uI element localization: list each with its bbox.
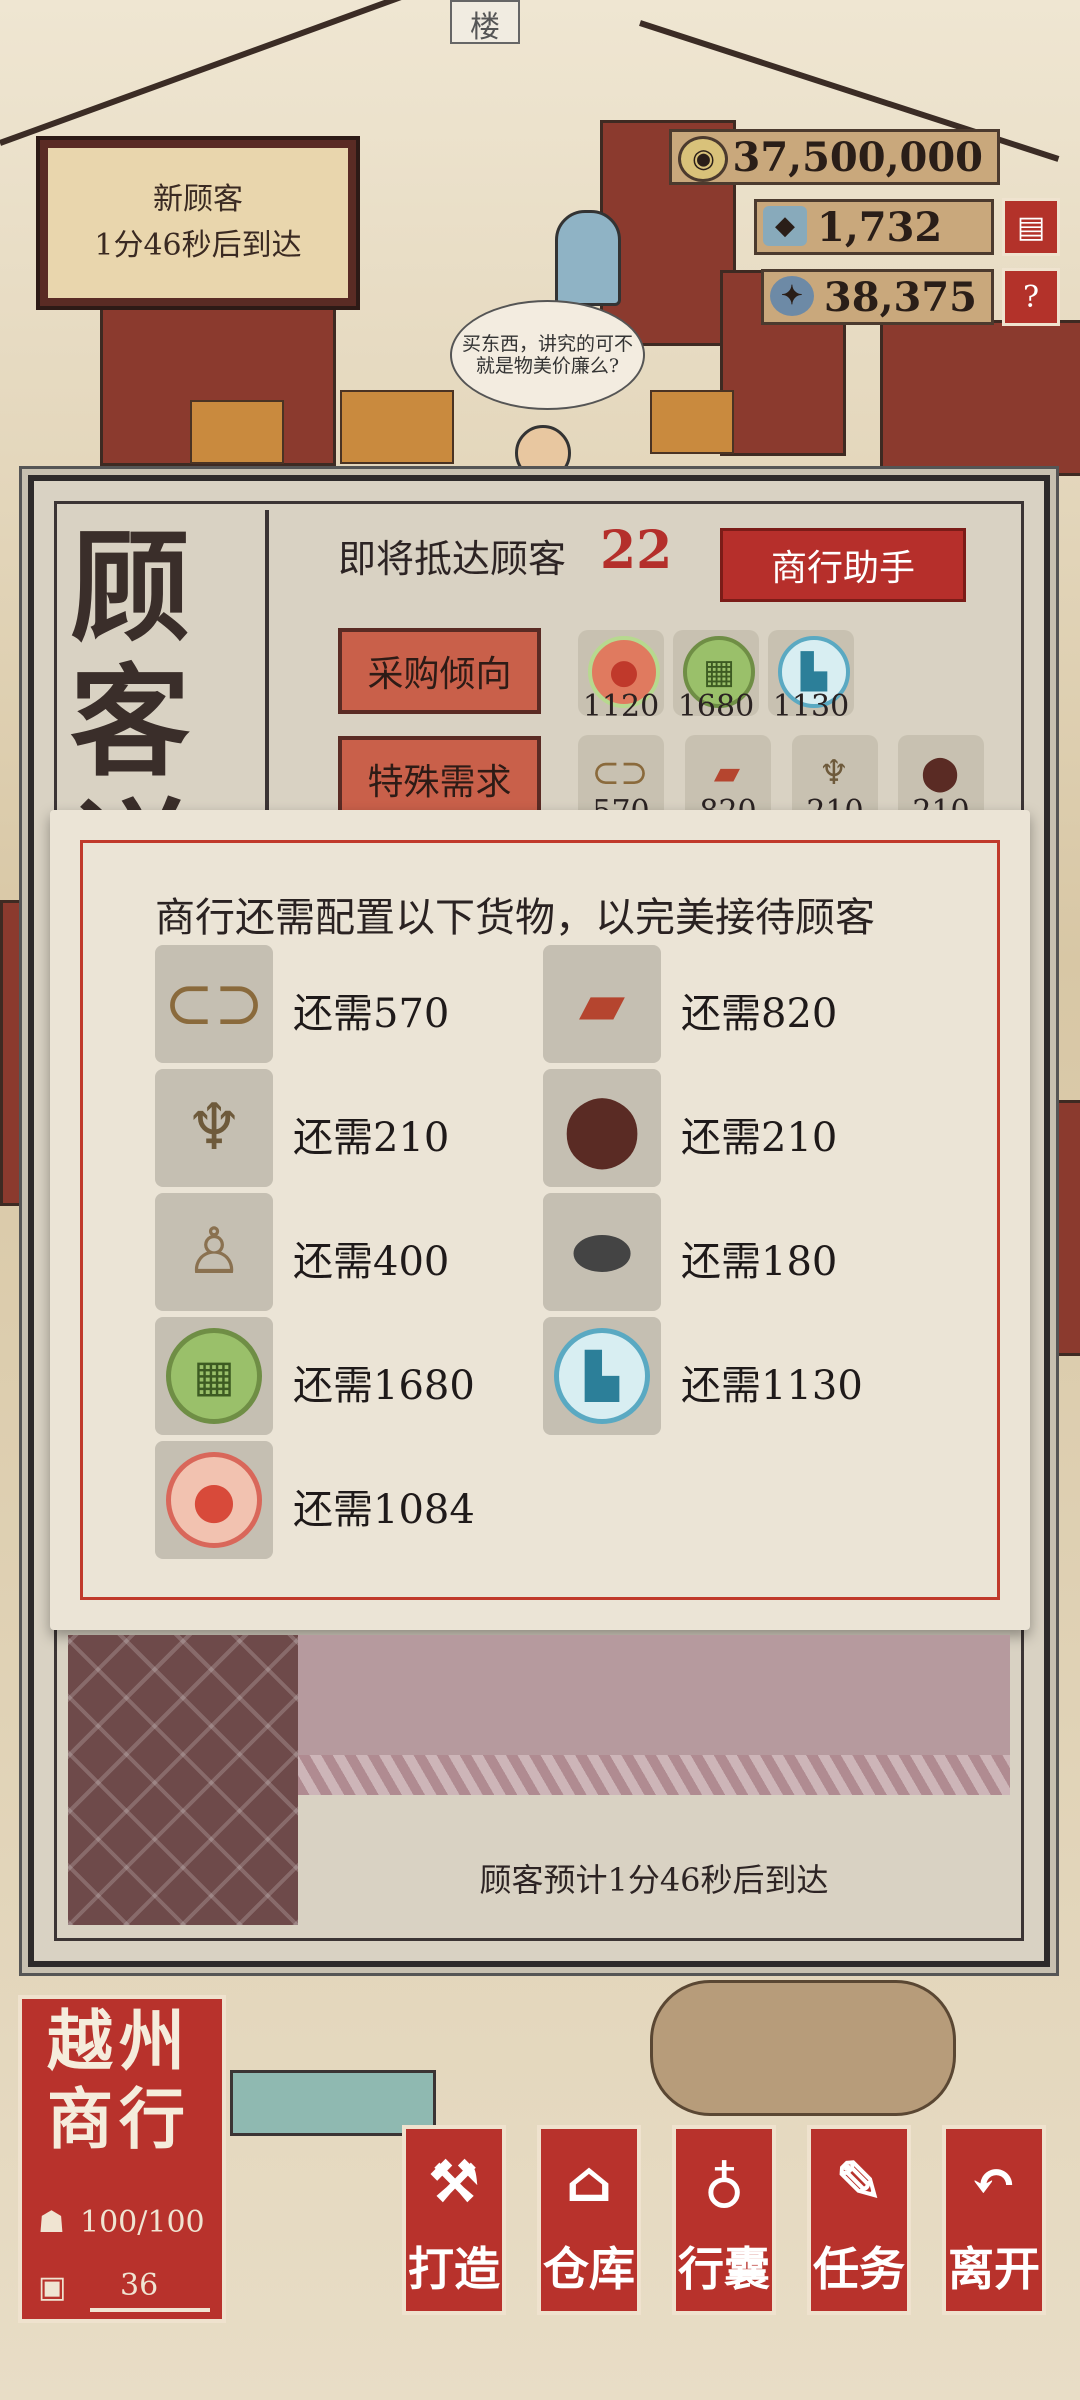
warehouse-icon: ⌂ [565,2149,613,2215]
required-item[interactable]: ⬤ 还需210 [543,1069,923,1189]
resource-coins: ◉ 37,500,000 [669,128,1060,186]
customer [515,425,571,481]
task-button[interactable]: ✎ 任务 [807,2125,911,2315]
boot-icon: ▙ [543,1317,661,1435]
help-icon[interactable]: ? [1002,268,1060,326]
leave-button[interactable]: ↶ 离开 [942,2125,1046,2315]
resource-jade: ◆ 1,732 ▤ [754,198,1060,256]
bundle-button[interactable]: ♁ 行囊 [672,2125,776,2315]
demand-item[interactable]: ▰ 820 [685,735,771,829]
resource-ore: ✦ 38,375 ? [760,268,1060,326]
arrival-estimate-text: 顾客预计1分46秒后到达 [479,1861,829,1899]
arriving-count: 22 [600,520,673,581]
cake-icon: ▰ [543,945,661,1063]
tendency-item[interactable]: ▙ 1130 [768,630,854,724]
required-item[interactable]: ● 还需1084 [155,1441,535,1561]
required-item[interactable]: ▙ 还需1130 [543,1317,923,1437]
population-value: 100/100 [80,2205,205,2240]
ledger-icon: ▦ [155,1317,273,1435]
level-icon: ▣ [38,2270,67,2305]
level-value: 36 [120,2268,159,2303]
required-item[interactable]: ♆ 还需210 [155,1069,535,1189]
speech-bubble: 买东西，讲究的可不就是物美价廉么? [450,300,645,410]
persimmon-icon: ● [155,1441,273,1559]
jade-icon: ◆ [763,206,807,246]
demand-item[interactable]: ♆ 210 [792,735,878,829]
new-customer-title: 新顾客 [153,182,243,217]
figurine-icon: ♙ [155,1193,273,1311]
population-icon: ☗ [38,2205,65,2240]
title-divider [265,510,269,810]
decorative-stripe [298,1755,1010,1795]
demand-item[interactable]: ⊂⊃ 570 [578,735,664,829]
shopkeeper [555,210,621,306]
new-customer-time: 1分46秒后到达 [94,228,302,263]
new-customer-sign: 新顾客 1分46秒后到达 [40,140,356,306]
arriving-label: 即将抵达顾客 [338,537,567,581]
jar-icon: ⬤ [543,1069,661,1187]
shoes-icon: ⊂⊃ [155,945,273,1063]
forge-icon: ⚒ [428,2149,480,2215]
purchase-tendency-button[interactable]: 采购倾向 [338,628,541,714]
ore-icon: ✦ [769,276,814,316]
building-sign: 楼 [450,0,520,45]
coin-icon: ◉ [678,136,729,182]
city-shop-title: 越州商行 [47,2002,191,2158]
wok-icon: ⬬ [543,1193,661,1311]
popup-title: 商行还需配置以下货物，以完美接待顾客 [155,895,875,941]
jar-illustration [68,1635,298,1925]
required-item[interactable]: ▰ 还需820 [543,945,923,1065]
bundle-icon: ♁ [703,2149,745,2215]
return-icon: ↶ [970,2149,1018,2215]
lamp-icon: ♆ [155,1069,273,1187]
decorative-band [298,1635,1010,1755]
level-progress [90,2308,210,2312]
tendency-item[interactable]: ● 1120 [578,630,664,724]
street-rock [650,1980,956,2116]
required-item[interactable]: ⬬ 还需180 [543,1193,923,1313]
required-item[interactable]: ▦ 还需1680 [155,1317,535,1437]
forge-button[interactable]: ⚒ 打造 [402,2125,506,2315]
shop-helper-button[interactable]: 商行助手 [720,528,966,602]
required-item[interactable]: ♙ 还需400 [155,1193,535,1313]
warehouse-button[interactable]: ⌂ 仓库 [537,2125,641,2315]
tendency-item[interactable]: ▦ 1680 [673,630,759,724]
demand-item[interactable]: ⬤ 210 [898,735,984,829]
scroll-icon: ✎ [835,2149,883,2215]
shop-icon[interactable]: ▤ [1002,198,1060,256]
required-item[interactable]: ⊂⊃ 还需570 [155,945,535,1065]
